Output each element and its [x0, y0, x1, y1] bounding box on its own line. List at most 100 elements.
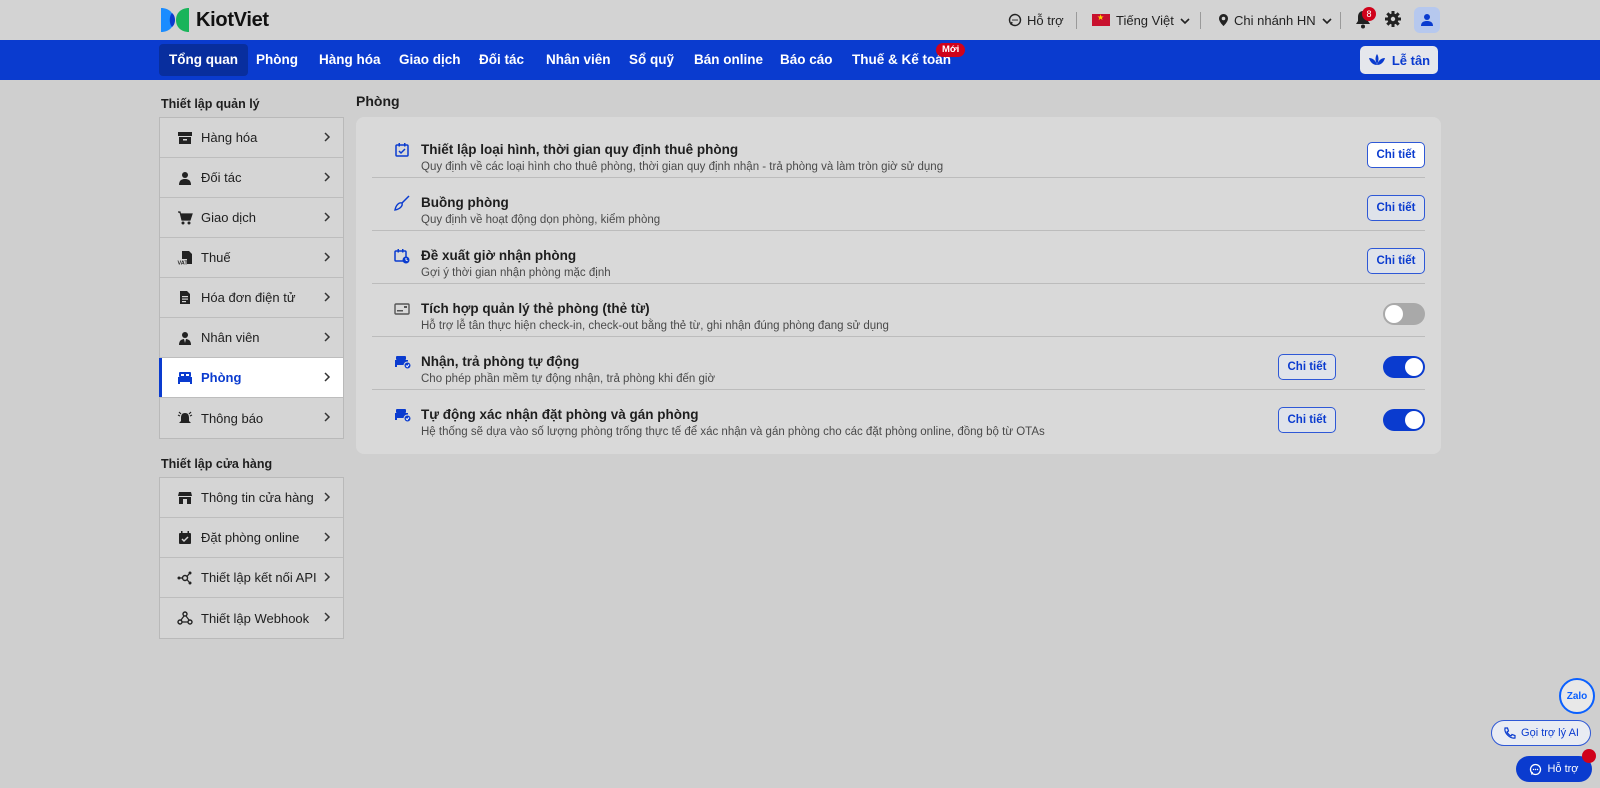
support-link[interactable]: Hỗ trợ — [1008, 0, 1064, 40]
chevron-right-icon — [323, 491, 333, 505]
auto-checkin-toggle[interactable] — [1383, 356, 1425, 378]
key-card-icon — [394, 301, 412, 319]
chevron-right-icon — [323, 251, 333, 265]
alarm-bell-icon — [175, 408, 195, 428]
sidebar-item-webhook[interactable]: Thiết lập Webhook — [160, 598, 343, 638]
sidebar-item-label: Phòng — [201, 370, 242, 385]
setting-title: Đề xuất giờ nhận phòng — [421, 248, 577, 263]
branch-label: Chi nhánh HN — [1234, 12, 1316, 28]
ai-assistant-label: Gọi trợ lý AI — [1521, 727, 1579, 739]
auto-confirm-toggle[interactable] — [1383, 409, 1425, 431]
sidebar-item-ket-noi-api[interactable]: Thiết lập kết nối API — [160, 558, 343, 598]
language-label: Tiếng Việt — [1116, 12, 1174, 28]
setting-description: Quy định về hoạt động dọn phòng, kiểm ph… — [421, 214, 661, 226]
branch-select[interactable]: Chi nhánh HN — [1218, 0, 1332, 40]
sidebar-item-label: Giao dịch — [201, 210, 256, 225]
sidebar-item-thong-bao[interactable]: Thông báo — [160, 398, 343, 438]
gear-icon[interactable] — [1384, 10, 1404, 30]
chevron-right-icon — [323, 531, 333, 545]
detail-button[interactable]: Chi tiết — [1367, 248, 1425, 274]
setting-title: Thiết lập loại hình, thời gian quy định … — [421, 142, 739, 157]
nav-phong[interactable]: Phòng — [246, 44, 308, 76]
sidebar-item-label: Nhân viên — [201, 330, 260, 345]
person-icon — [175, 168, 195, 188]
detail-button[interactable]: Chi tiết — [1367, 195, 1425, 221]
sidebar-item-hoa-don-dien-tu[interactable]: Hóa đơn điện tử — [160, 278, 343, 318]
sidebar-item-hang-hoa[interactable]: Hàng hóa — [160, 118, 343, 158]
nav-giao-dich[interactable]: Giao dịch — [389, 44, 471, 76]
language-select[interactable]: Tiếng Việt — [1092, 0, 1190, 40]
toggle-knob — [1405, 358, 1423, 376]
detail-button[interactable]: Chi tiết — [1278, 407, 1336, 433]
user-icon — [1421, 14, 1433, 26]
chevron-right-icon — [323, 331, 333, 345]
setting-row-key-card: Tích hợp quản lý thẻ phòng (thẻ từ) Hỗ t… — [372, 284, 1425, 337]
nav-so-quy[interactable]: Sổ quỹ — [619, 44, 684, 76]
sidebar-group-store: Thông tin cửa hàng Đặt phòng online Thiế… — [159, 477, 344, 639]
help-chat-button[interactable]: Hỗ trợ — [1516, 756, 1592, 782]
logo[interactable]: KiotViet — [159, 5, 269, 35]
sidebar-item-label: Thuế — [201, 250, 231, 265]
top-header: KiotViet Hỗ trợ Tiếng Việt Chi nhánh HN … — [0, 0, 1600, 40]
setting-description: Cho phép phần mềm tự động nhận, trả phòn… — [421, 373, 715, 385]
sidebar-item-label: Thông báo — [201, 410, 264, 426]
sidebar-item-thong-tin-cua-hang[interactable]: Thông tin cửa hàng — [160, 478, 343, 518]
chevron-right-icon — [323, 611, 333, 625]
detail-button[interactable]: Chi tiết — [1278, 354, 1336, 380]
employee-icon — [175, 328, 195, 348]
sidebar-item-label: Thông tin cửa hàng — [201, 490, 314, 505]
calendar-check-icon — [175, 528, 195, 548]
chat-bubble-icon — [1008, 13, 1022, 27]
sidebar-item-label: Thiết lập kết nối API — [201, 570, 317, 585]
broom-icon — [394, 195, 412, 213]
setting-description: Hệ thống sẽ dựa vào số lượng phòng trống… — [421, 426, 1045, 438]
setting-row-rental-types: Thiết lập loại hình, thời gian quy định … — [372, 125, 1425, 178]
chevron-down-icon — [1322, 13, 1332, 28]
setting-title: Tự động xác nhận đặt phòng và gán phòng — [421, 407, 699, 422]
sidebar-item-giao-dich[interactable]: Giao dịch — [160, 198, 343, 238]
notification-badge: 8 — [1362, 7, 1376, 21]
vietnam-flag-icon — [1092, 13, 1110, 26]
chevron-right-icon — [323, 411, 333, 425]
setting-row-auto-checkin: Nhận, trả phòng tự động Cho phép phần mề… — [372, 337, 1425, 390]
bed-auto-icon — [394, 354, 412, 372]
help-notification-dot — [1582, 749, 1596, 763]
sidebar-group-title: Thiết lập quản lý — [161, 97, 260, 111]
webhook-icon — [175, 608, 195, 628]
setting-title: Buồng phòng — [421, 195, 509, 210]
location-pin-icon — [1218, 13, 1229, 27]
sidebar-item-doi-tac[interactable]: Đối tác — [160, 158, 343, 198]
chevron-right-icon — [323, 171, 333, 185]
sidebar-item-phong[interactable]: Phòng — [159, 358, 343, 398]
nav-nhan-vien[interactable]: Nhân viên — [536, 44, 621, 76]
zalo-button[interactable]: Zalo — [1559, 678, 1595, 714]
lotus-icon — [1368, 54, 1385, 65]
kiotviet-logo-icon — [161, 8, 189, 32]
reception-button[interactable]: Lễ tân — [1360, 46, 1438, 74]
avatar[interactable] — [1414, 7, 1440, 33]
nav-bao-cao[interactable]: Báo cáo — [770, 44, 843, 76]
sidebar-item-label: Hàng hóa — [201, 130, 258, 145]
new-badge: Mới — [936, 43, 966, 57]
ai-assistant-button[interactable]: Gọi trợ lý AI — [1491, 720, 1591, 746]
nav-doi-tac[interactable]: Đối tác — [469, 44, 534, 76]
svg-text:VAT: VAT — [178, 260, 189, 266]
brand-name: KiotViet — [196, 8, 269, 31]
setting-description: Gợi ý thời gian nhận phòng mặc định — [421, 267, 611, 279]
nav-tong-quan[interactable]: Tổng quan — [159, 44, 248, 76]
key-card-toggle[interactable] — [1383, 303, 1425, 325]
divider — [1200, 12, 1201, 29]
nav-hang-hoa[interactable]: Hàng hóa — [309, 44, 391, 76]
sidebar-item-dat-phong-online[interactable]: Đặt phòng online — [160, 518, 343, 558]
sidebar-item-thue[interactable]: VAT Thuế — [160, 238, 343, 278]
chevron-down-icon — [1180, 13, 1190, 28]
chevron-right-icon — [323, 571, 333, 585]
divider — [1076, 12, 1077, 29]
sidebar-item-nhan-vien[interactable]: Nhân viên — [160, 318, 343, 358]
sidebar-item-label: Đặt phòng online — [201, 530, 300, 545]
phone-icon — [1504, 726, 1516, 739]
vat-document-icon: VAT — [175, 248, 195, 268]
sidebar-item-label: Thiết lập Webhook — [201, 610, 310, 626]
detail-button[interactable]: Chi tiết — [1367, 142, 1425, 168]
nav-ban-online[interactable]: Bán online — [684, 44, 773, 76]
